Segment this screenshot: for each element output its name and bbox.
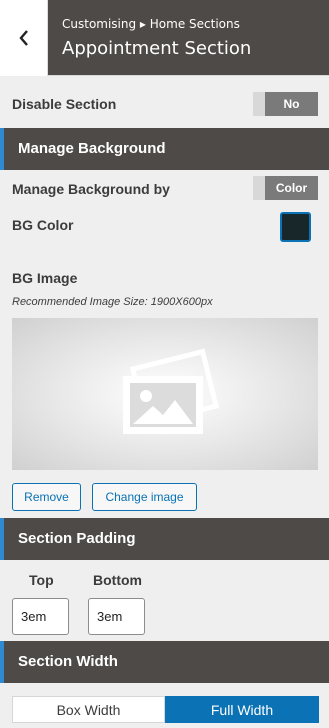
chevron-left-icon: [18, 30, 28, 46]
section-padding-heading[interactable]: Section Padding: [0, 518, 329, 560]
bg-image-label: BG Image: [12, 270, 78, 286]
bg-image-preview[interactable]: [12, 318, 318, 470]
disable-section-label: Disable Section: [12, 96, 117, 112]
padding-bottom-input[interactable]: [88, 598, 145, 635]
section-heading-label: Manage Background: [18, 140, 166, 157]
full-width-option[interactable]: Full Width: [165, 696, 319, 723]
manage-background-by-label: Manage Background by: [12, 181, 170, 197]
toggle-value: Color: [265, 176, 318, 200]
section-width-heading[interactable]: Section Width: [0, 641, 329, 683]
section-heading-label: Section Padding: [18, 530, 136, 547]
page-title: Appointment Section: [62, 38, 252, 59]
remove-image-button[interactable]: Remove: [12, 483, 81, 511]
bg-color-swatch[interactable]: [280, 212, 311, 242]
image-placeholder-icon: [123, 348, 220, 434]
back-button[interactable]: [0, 0, 48, 76]
section-heading-label: Section Width: [18, 653, 118, 670]
padding-bottom-label: Bottom: [93, 572, 142, 588]
manage-background-by-toggle[interactable]: Color: [253, 176, 318, 200]
toggle-knob: [253, 92, 265, 116]
padding-top-label: Top: [29, 572, 54, 588]
box-width-option[interactable]: Box Width: [12, 696, 165, 723]
padding-top-input[interactable]: [12, 598, 69, 635]
toggle-value: No: [265, 92, 318, 116]
bg-image-hint: Recommended Image Size: 1900X600px: [12, 296, 213, 308]
disable-section-toggle[interactable]: No: [253, 92, 318, 116]
manage-background-heading[interactable]: Manage Background: [0, 128, 329, 170]
customizer-header: Customising ▸ Home Sections Appointment …: [0, 0, 329, 76]
bg-color-label: BG Color: [12, 217, 74, 233]
breadcrumb: Customising ▸ Home Sections: [62, 17, 240, 31]
change-image-button[interactable]: Change image: [92, 483, 197, 511]
toggle-knob: [253, 176, 265, 200]
